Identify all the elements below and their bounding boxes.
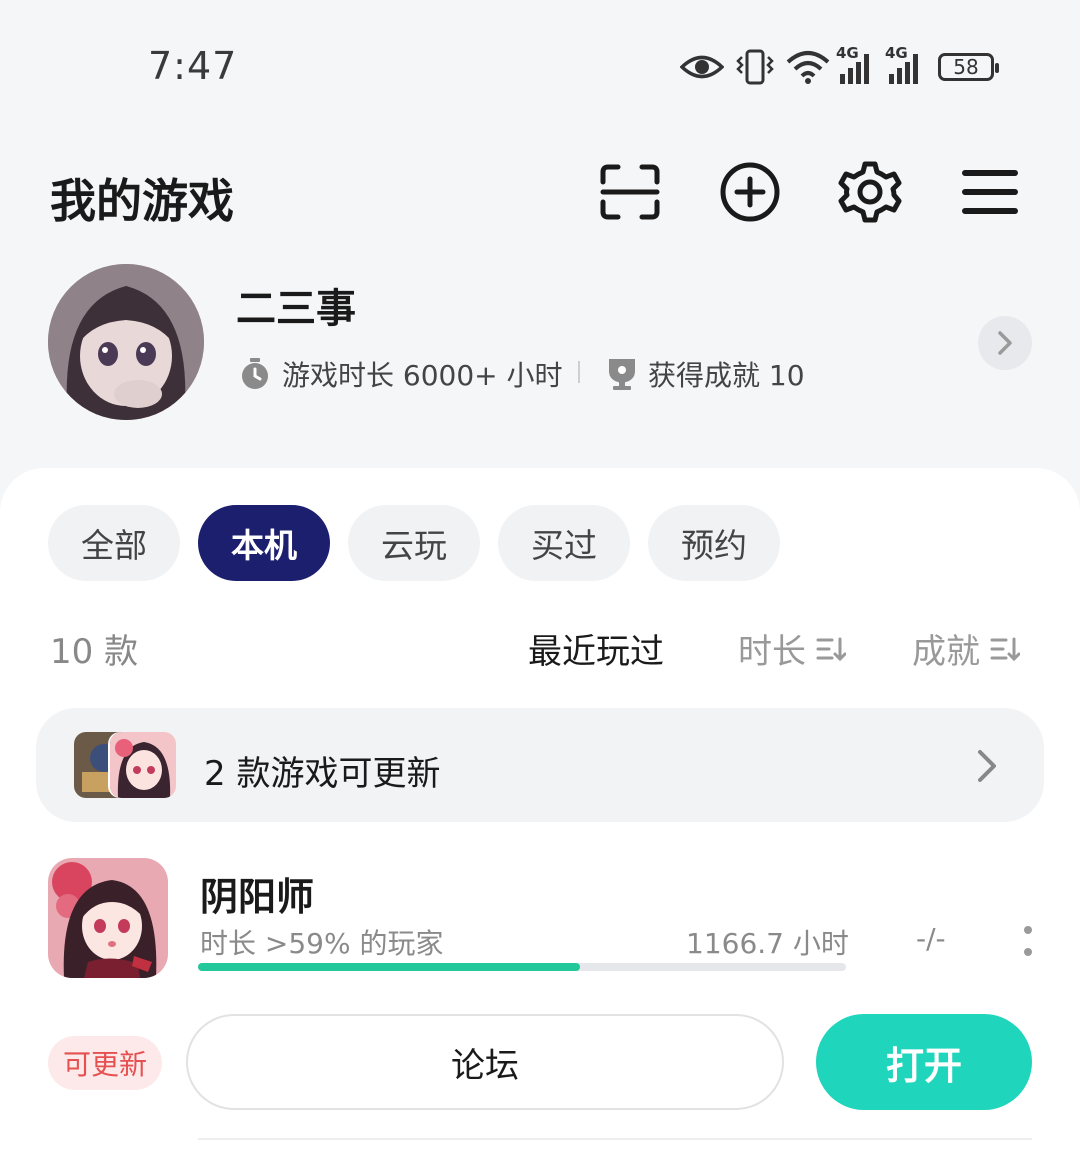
- update-banner[interactable]: [36, 708, 1044, 822]
- open-game-button[interactable]: 打开: [816, 1014, 1032, 1110]
- update-banner-chevron: [972, 748, 1000, 788]
- sort-achievements-label: 成就: [912, 632, 980, 672]
- onmyoji-icon: [48, 858, 168, 978]
- tab-local[interactable]: 本机: [198, 505, 330, 581]
- status-icons: 4G 4G 58: [680, 44, 999, 90]
- playtime-text: 游戏时长 6000+ 小时: [282, 359, 563, 392]
- sort-duration[interactable]: 时长: [738, 624, 846, 673]
- update-available-badge[interactable]: 可更新: [48, 1036, 162, 1090]
- game-thumb-image: [110, 732, 176, 798]
- profile-detail-button[interactable]: [978, 316, 1032, 370]
- add-circle-icon: [720, 162, 780, 222]
- game-hours: 1166.7 小时: [686, 927, 849, 960]
- playtime-progress-fill: [198, 963, 581, 971]
- sort-recent[interactable]: 最近玩过: [528, 624, 664, 673]
- wifi-icon: [786, 51, 830, 84]
- avatar-image: [48, 264, 204, 420]
- chevron-right-icon: [978, 750, 996, 782]
- forum-button[interactable]: 论坛: [186, 1014, 784, 1110]
- vibrate-icon: [736, 49, 774, 85]
- game-name: 阴阳师: [200, 875, 315, 919]
- row-divider: [198, 1138, 1032, 1140]
- more-options-button[interactable]: [1020, 926, 1036, 956]
- chevron-right-icon: [998, 331, 1012, 355]
- game-count: 10 款: [50, 632, 139, 672]
- sort-duration-label: 时长: [738, 632, 806, 672]
- sort-icon: [816, 637, 846, 661]
- tab-all[interactable]: 全部: [48, 505, 180, 581]
- update-banner-text: 2 款游戏可更新: [204, 754, 441, 794]
- game-icon[interactable]: [48, 858, 168, 978]
- trophy-icon: [609, 359, 635, 390]
- scan-icon: [600, 164, 660, 220]
- stat-divider: [578, 361, 580, 383]
- stopwatch-icon: [242, 358, 268, 389]
- game-playtime-rank: 时长 >59% 的玩家: [200, 927, 444, 960]
- achievements-text: 获得成就 10: [648, 359, 805, 392]
- playtime-stat: 游戏时长 6000+ 小时: [238, 354, 563, 394]
- eye-icon: [680, 55, 724, 79]
- network-type-label: 4G: [836, 44, 859, 62]
- signal-2: 4G: [885, 44, 918, 84]
- battery-level: 58: [953, 55, 979, 79]
- game-achievements: -/-: [916, 922, 946, 955]
- settings-icon: [838, 161, 902, 223]
- battery-indicator: 58: [938, 53, 999, 81]
- sort-achievements[interactable]: 成就: [912, 624, 1020, 673]
- tab-cloud[interactable]: 云玩: [348, 505, 480, 581]
- scan-button[interactable]: [598, 160, 662, 224]
- page-title: 我的游戏: [50, 174, 234, 228]
- menu-icon: [962, 170, 1018, 214]
- sort-icon: [990, 637, 1020, 661]
- menu-button[interactable]: [958, 160, 1022, 224]
- username: 二三事: [236, 286, 356, 332]
- sort-recent-label: 最近玩过: [528, 632, 664, 672]
- status-time: 7:47: [148, 44, 238, 88]
- tab-reserved[interactable]: 预约: [648, 505, 780, 581]
- update-game-thumb: [110, 732, 176, 798]
- achievements-stat: 获得成就 10: [606, 354, 805, 394]
- add-game-button[interactable]: [718, 160, 782, 224]
- signal-1: 4G: [836, 44, 869, 84]
- playtime-progress-bar: [198, 963, 846, 971]
- network-type-label: 4G: [885, 44, 908, 62]
- tab-purchased[interactable]: 买过: [498, 505, 630, 581]
- avatar[interactable]: [48, 264, 204, 420]
- settings-button[interactable]: [838, 160, 902, 224]
